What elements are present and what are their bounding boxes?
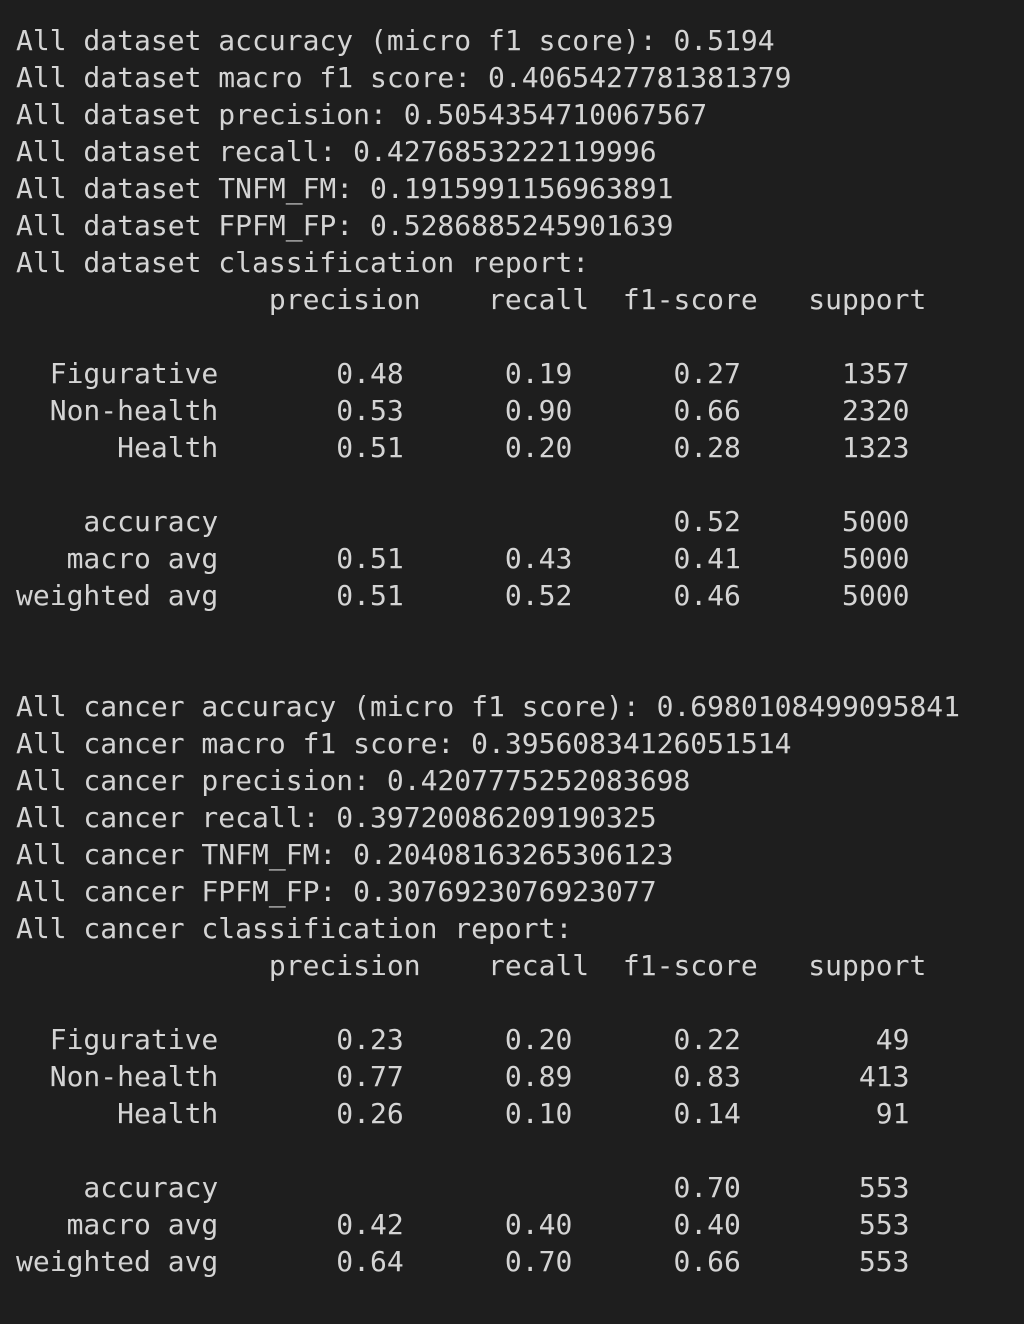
report-summary-row: weighted avg 0.64 0.70 0.66 553 [16,1245,910,1278]
report-summary-row: macro avg 0.51 0.43 0.41 5000 [16,542,910,575]
output-line: All cancer TNFM_FM: 0.20408163265306123 [16,838,674,871]
report-header-row: precision recall f1-score support [16,283,927,316]
output-line: All cancer precision: 0.4207775252083698 [16,764,691,797]
output-line: All cancer FPFM_FP: 0.3076923076923077 [16,875,657,908]
output-line: All dataset classification report: [16,246,590,279]
report-row: Non-health 0.77 0.89 0.83 413 [16,1060,910,1093]
report-summary-row: weighted avg 0.51 0.52 0.46 5000 [16,579,910,612]
report-row: Figurative 0.48 0.19 0.27 1357 [16,357,910,390]
report-row: Health 0.51 0.20 0.28 1323 [16,431,910,464]
output-line: All dataset accuracy (micro f1 score): 0… [16,24,775,57]
report-summary-row: accuracy 0.52 5000 [16,505,910,538]
report-summary-row: accuracy 0.70 553 [16,1171,910,1204]
terminal-output-pane: All dataset accuracy (micro f1 score): 0… [0,0,1024,1324]
output-line: All dataset FPFM_FP: 0.5286885245901639 [16,209,674,242]
output-line: All dataset precision: 0.505435471006756… [16,98,708,131]
terminal-output: All dataset accuracy (micro f1 score): 0… [16,22,960,1280]
output-line: All cancer macro f1 score: 0.39560834126… [16,727,792,760]
output-line: All dataset macro f1 score: 0.4065427781… [16,61,792,94]
report-summary-row: macro avg 0.42 0.40 0.40 553 [16,1208,910,1241]
report-row: Health 0.26 0.10 0.14 91 [16,1097,910,1130]
report-row: Non-health 0.53 0.90 0.66 2320 [16,394,910,427]
output-line: All cancer classification report: [16,912,573,945]
report-row: Figurative 0.23 0.20 0.22 49 [16,1023,910,1056]
output-line: All dataset recall: 0.4276853222119996 [16,135,657,168]
output-line: All dataset TNFM_FM: 0.1915991156963891 [16,172,674,205]
report-header-row: precision recall f1-score support [16,949,927,982]
output-line: All cancer accuracy (micro f1 score): 0.… [16,690,961,723]
output-line: All cancer recall: 0.39720086209190325 [16,801,657,834]
